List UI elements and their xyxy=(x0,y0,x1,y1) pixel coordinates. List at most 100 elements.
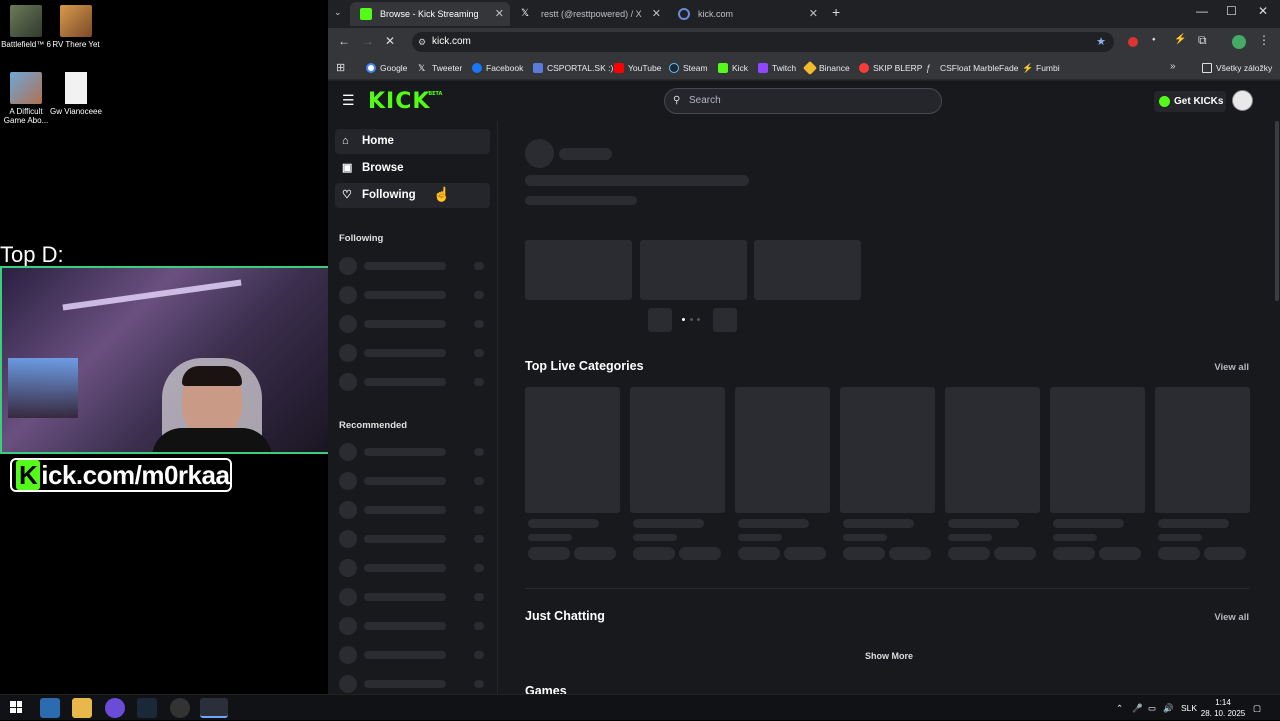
overlay-text: Top D: xyxy=(0,242,64,267)
bookmark-star-icon[interactable]: ★ xyxy=(1096,32,1106,52)
browser-window: ⌄ Browse - Kick Streaming ✕ 𝕏 restt (@re… xyxy=(328,0,1280,694)
microphone-icon[interactable]: 🎤 xyxy=(1132,695,1143,721)
kicks-coin-icon xyxy=(1159,96,1170,107)
tab-browse-kick[interactable]: Browse - Kick Streaming ✕ xyxy=(350,2,510,26)
avatar[interactable] xyxy=(1232,90,1253,111)
tray-chevron-icon[interactable]: ⌃ xyxy=(1116,695,1123,721)
volume-icon[interactable]: 🔊 xyxy=(1163,695,1174,721)
google-icon xyxy=(366,63,376,73)
bookmark-tweeter[interactable]: 𝕏 Tweeter xyxy=(418,56,462,80)
clock[interactable]: 1:14 28. 10. 2025 xyxy=(1198,697,1248,719)
binance-icon xyxy=(802,60,818,76)
blerp-icon xyxy=(859,63,869,73)
app-icon[interactable] xyxy=(105,698,125,718)
desktop: Battlefield™ 6 RV There Yet A Difficult … xyxy=(0,0,330,694)
tab-kick-com[interactable]: kick.com ✕ xyxy=(668,2,824,26)
desktop-icon-difficult-game[interactable]: A Difficult Game Abo... xyxy=(0,72,52,125)
twitch-icon xyxy=(758,63,768,73)
youtube-icon xyxy=(614,63,624,73)
forward-icon[interactable]: → xyxy=(362,34,374,48)
tab-x[interactable]: 𝕏 restt (@resttpowered) / X ✕ xyxy=(511,2,667,26)
sidebar-following-heading: Following xyxy=(339,233,384,244)
kick-favicon-icon xyxy=(360,8,372,20)
top-live-categories-heading: Top Live Categories xyxy=(525,359,644,373)
hamburger-menu-icon[interactable]: ☰ xyxy=(342,92,355,109)
bookmark-skip-blerp[interactable]: SKIP BLERP xyxy=(859,56,922,80)
tab-strip: ⌄ Browse - Kick Streaming ✕ 𝕏 restt (@re… xyxy=(328,0,1280,28)
close-window-button[interactable]: ✕ xyxy=(1258,4,1268,18)
steam-icon[interactable] xyxy=(137,698,157,718)
app-icon[interactable] xyxy=(40,698,60,718)
kick-header: ☰ KICK BETA ⚲ Search Get KICKs xyxy=(328,81,1280,121)
bookmark-csfloat[interactable]: ƒ CSFloat MarbleFade xyxy=(926,56,1018,80)
extension-icon[interactable]: ⚡ xyxy=(1174,34,1186,45)
webcam-overlay xyxy=(0,266,330,454)
back-icon[interactable]: ← xyxy=(338,34,350,48)
desktop-icon-battlefield[interactable]: Battlefield™ 6 xyxy=(0,5,52,49)
all-bookmarks[interactable]: Všetky záložky xyxy=(1202,56,1272,80)
search-input[interactable]: ⚲ Search xyxy=(664,88,942,114)
tab-search-icon[interactable]: ⌄ xyxy=(334,7,342,18)
browse-icon: ▣ xyxy=(342,162,353,174)
rv-there-yet-icon xyxy=(60,5,92,37)
view-all-just-chatting-link[interactable]: View all xyxy=(1214,612,1249,623)
desktop-icon-rv-there-yet[interactable]: RV There Yet xyxy=(50,5,102,49)
home-icon: ⌂ xyxy=(342,135,349,147)
apps-grid-icon[interactable]: ⊞ xyxy=(336,61,345,74)
stop-icon[interactable]: ✕ xyxy=(385,34,395,48)
desktop-icon-gw-vianoceee[interactable]: Gw Vianoceee xyxy=(50,72,102,116)
carousel-next-button[interactable] xyxy=(713,308,737,332)
extension-icon[interactable]: ⬩ xyxy=(1152,34,1156,45)
extensions-puzzle-icon[interactable]: ⧉ xyxy=(1198,33,1207,48)
channel-tag: Kick.com/m0rkaa xyxy=(10,458,232,492)
steam-icon xyxy=(669,63,679,73)
notifications-icon[interactable]: ▢ xyxy=(1253,695,1261,721)
obs-icon[interactable] xyxy=(170,698,190,718)
taskbar: ⌃ 🎤 ▭ 🔊 SLK 1:14 28. 10. 2025 ▢ xyxy=(0,694,1280,720)
folder-icon xyxy=(1202,63,1212,73)
address-bar[interactable]: ⚙ kick.com ★ xyxy=(412,32,1114,52)
bookmark-kick[interactable]: Kick xyxy=(718,56,748,80)
search-icon: ⚲ xyxy=(673,95,681,106)
new-tab-icon[interactable]: + xyxy=(832,4,840,20)
site-info-icon[interactable]: ⚙ xyxy=(418,32,426,52)
view-all-categories-link[interactable]: View all xyxy=(1214,362,1249,373)
bookmark-steam[interactable]: Steam xyxy=(669,56,708,80)
language-indicator[interactable]: SLK xyxy=(1181,695,1197,721)
get-kicks-button[interactable]: Get KICKs xyxy=(1154,91,1226,112)
games-heading: Games xyxy=(525,684,567,694)
sidebar-item-home[interactable]: ⌂ Home xyxy=(335,129,490,154)
sidebar-item-following[interactable]: ♡ Following xyxy=(335,183,490,208)
more-bookmarks-icon[interactable]: » xyxy=(1170,61,1176,72)
battlefield-icon xyxy=(10,5,42,37)
x-icon: 𝕏 xyxy=(418,63,426,73)
bookmark-binance[interactable]: Binance xyxy=(802,56,850,80)
profile-icon[interactable] xyxy=(1232,35,1246,49)
file-explorer-icon[interactable] xyxy=(72,698,92,718)
minimize-button[interactable]: — xyxy=(1196,4,1208,18)
page-scrollbar[interactable] xyxy=(1275,121,1279,301)
bookmark-fumbi[interactable]: ⚡ Fumbi xyxy=(1022,56,1060,80)
bookmark-youtube[interactable]: YouTube xyxy=(614,56,661,80)
kick-logo[interactable]: KICK BETA xyxy=(368,89,442,114)
loading-icon xyxy=(678,8,690,20)
carousel-prev-button[interactable] xyxy=(648,308,672,332)
sidebar-item-browse[interactable]: ▣ Browse xyxy=(335,156,490,181)
difficult-game-icon xyxy=(10,72,42,104)
show-more-button[interactable]: Show More xyxy=(865,651,913,661)
start-button[interactable] xyxy=(10,701,22,713)
close-tab-icon[interactable]: ✕ xyxy=(809,2,818,26)
chrome-icon[interactable] xyxy=(200,698,228,718)
extension-icon[interactable] xyxy=(1128,37,1138,47)
just-chatting-heading: Just Chatting xyxy=(525,609,605,623)
sidebar: ⌂ Home ▣ Browse ♡ Following ☝ Following Rec… xyxy=(328,121,498,694)
bookmark-csportal[interactable]: CSPORTAL.SK :) xyxy=(533,56,613,80)
network-icon[interactable]: ▭ xyxy=(1148,695,1156,721)
bookmark-facebook[interactable]: Facebook xyxy=(472,56,523,80)
close-tab-icon[interactable]: ✕ xyxy=(652,2,661,26)
menu-icon[interactable]: ⋮ xyxy=(1258,33,1270,47)
bookmark-google[interactable]: Google xyxy=(366,56,407,80)
close-tab-icon[interactable]: ✕ xyxy=(495,2,504,26)
maximize-button[interactable]: ☐ xyxy=(1226,4,1237,18)
bookmark-twitch[interactable]: Twitch xyxy=(758,56,796,80)
